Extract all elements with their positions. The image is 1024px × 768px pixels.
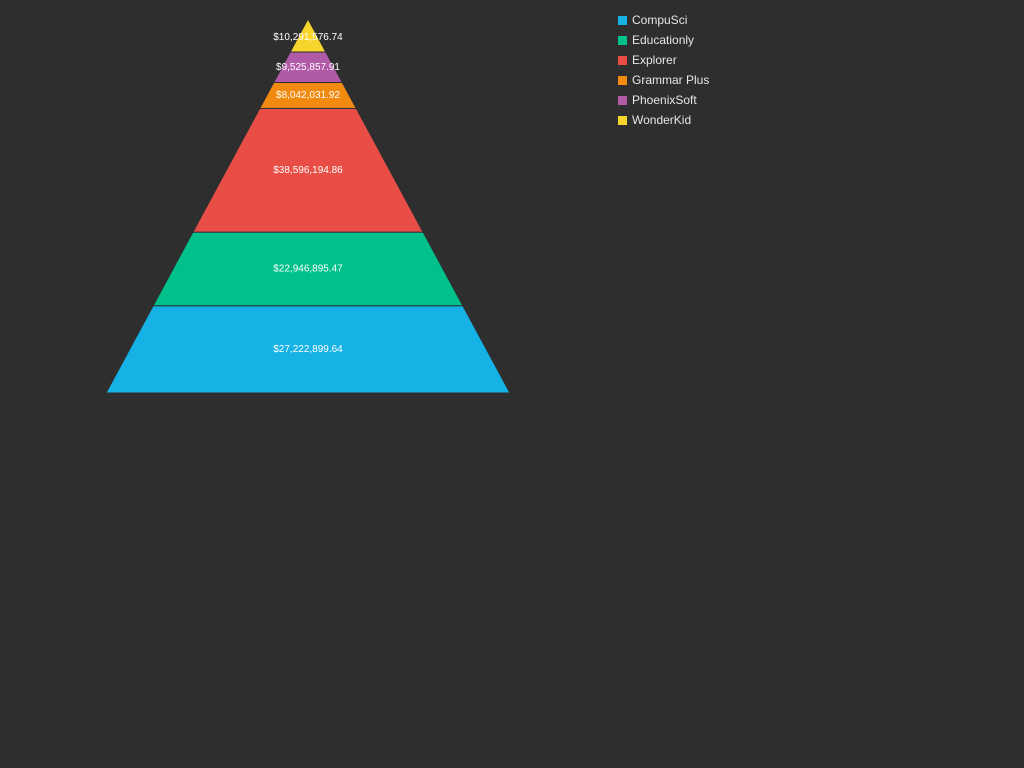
data-label-wonderkid: $10,291,576.74 bbox=[273, 32, 343, 43]
legend-item-grammar-plus[interactable]: Grammar Plus bbox=[618, 70, 709, 90]
pyramid-plot-area: $27,222,899.64 $22,946,895.47 $38,596,194.… bbox=[105, 17, 511, 394]
data-label-grammar-plus: $8,042,031.92 bbox=[276, 90, 340, 101]
pyramid-chart: $27,222,899.64 $22,946,895.47 $38,596,194.… bbox=[0, 0, 1024, 768]
data-label-phoenixsoft: $9,525,857.91 bbox=[276, 62, 340, 73]
data-label-explorer: $38,596,194.86 bbox=[273, 165, 343, 176]
data-label-educationly: $22,946,895.47 bbox=[273, 264, 343, 275]
legend-swatch bbox=[618, 55, 627, 65]
data-label-compusci: $27,222,899.64 bbox=[273, 344, 343, 355]
legend-label: Explorer bbox=[632, 53, 677, 67]
legend-item-explorer[interactable]: Explorer bbox=[618, 50, 709, 70]
legend-label: WonderKid bbox=[632, 113, 692, 127]
legend-label: CompuSci bbox=[632, 13, 688, 27]
legend-label: PhoenixSoft bbox=[632, 93, 697, 107]
legend-swatch bbox=[618, 35, 627, 45]
legend-label: Grammar Plus bbox=[632, 73, 710, 87]
legend-swatch bbox=[618, 75, 627, 85]
legend-swatch bbox=[618, 95, 627, 105]
legend-item-educationly[interactable]: Educationly bbox=[618, 30, 709, 50]
legend: CompuSci Educationly Explorer Grammar Plus P… bbox=[618, 10, 709, 130]
legend-item-compusci[interactable]: CompuSci bbox=[618, 10, 709, 30]
legend-item-phoenixsoft[interactable]: PhoenixSoft bbox=[618, 90, 709, 110]
legend-item-wonderkid[interactable]: WonderKid bbox=[618, 110, 709, 130]
legend-swatch bbox=[618, 115, 627, 125]
legend-swatch bbox=[618, 15, 627, 25]
legend-label: Educationly bbox=[632, 33, 695, 47]
